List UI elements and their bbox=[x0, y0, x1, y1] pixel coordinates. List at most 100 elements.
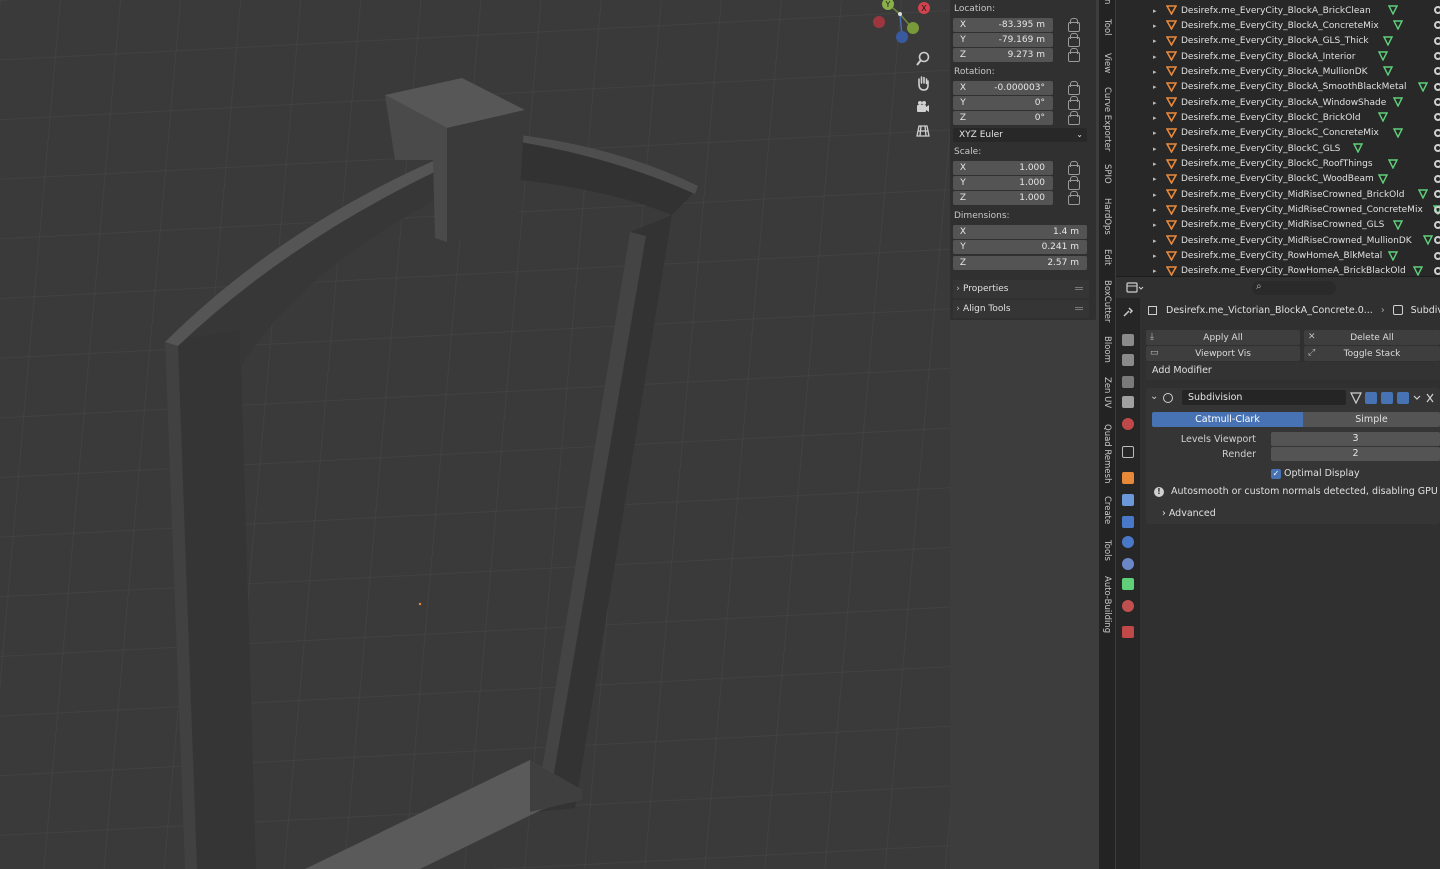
eye-visibility-icon[interactable] bbox=[1434, 205, 1440, 214]
scene-icon[interactable] bbox=[1122, 396, 1134, 408]
outliner[interactable]: ▸ Desirefx.me_EveryCity_BlockA_BrickClean… bbox=[1116, 0, 1440, 276]
eye-visibility-icon[interactable] bbox=[1434, 236, 1440, 245]
eye-visibility-icon[interactable] bbox=[1434, 21, 1440, 30]
modifier-header[interactable]: ⌄ Subdivision bbox=[1146, 388, 1440, 408]
location-x-field[interactable]: X -83.395 m bbox=[953, 18, 1053, 32]
catmull-clark-toggle[interactable]: Catmull-Clark bbox=[1152, 412, 1303, 427]
outliner-row[interactable]: ▸ Desirefx.me_EveryCity_BlockA_Interior bbox=[1116, 49, 1440, 64]
expand-arrow-icon[interactable]: ▸ bbox=[1153, 53, 1157, 61]
mesh-data-icon[interactable] bbox=[1387, 158, 1398, 169]
mesh-data-icon[interactable] bbox=[1393, 97, 1403, 108]
eye-visibility-icon[interactable] bbox=[1434, 266, 1440, 275]
levels-viewport-field[interactable]: 3 bbox=[1271, 432, 1440, 446]
expand-arrow-icon[interactable]: ▸ bbox=[1153, 83, 1157, 91]
expand-arrow-icon[interactable]: ▸ bbox=[1153, 129, 1157, 137]
outliner-row[interactable]: ▸ Desirefx.me_EveryCity_BlockC_WoodBeam bbox=[1116, 172, 1440, 187]
advanced-subpanel-header[interactable]: › Advanced bbox=[1162, 508, 1216, 519]
expand-arrow-icon[interactable]: ▸ bbox=[1153, 160, 1157, 168]
scale-y-field[interactable]: Y 1.000 bbox=[953, 176, 1053, 190]
tab-spio[interactable]: SPIO bbox=[1099, 162, 1115, 186]
rotation-y-field[interactable]: Y 0° bbox=[953, 96, 1053, 110]
eye-visibility-icon[interactable] bbox=[1434, 82, 1440, 91]
eye-visibility-icon[interactable] bbox=[1434, 174, 1440, 183]
expand-arrow-icon[interactable]: ▸ bbox=[1153, 68, 1157, 76]
expand-arrow-icon[interactable]: ▸ bbox=[1153, 252, 1157, 260]
mesh-data-icon[interactable] bbox=[1393, 220, 1403, 230]
outliner-row[interactable]: ▸ Desirefx.me_EveryCity_MidRiseCrowned_Br… bbox=[1116, 187, 1440, 202]
tab-bloom[interactable]: Bloom bbox=[1099, 334, 1115, 364]
lock-icon[interactable] bbox=[1068, 96, 1080, 110]
outliner-row[interactable]: ▸ Desirefx.me_EveryCity_BlockA_SmoothBlac… bbox=[1116, 80, 1440, 95]
drag-grip-icon[interactable] bbox=[1075, 307, 1083, 310]
outliner-row[interactable]: ▸ Desirefx.me_EveryCity_MidRiseCrowned_Mu… bbox=[1116, 233, 1440, 248]
eye-visibility-icon[interactable] bbox=[1434, 251, 1440, 260]
mesh-data-icon[interactable] bbox=[1393, 20, 1403, 31]
particles-icon[interactable] bbox=[1122, 516, 1134, 528]
eye-visibility-icon[interactable] bbox=[1434, 52, 1440, 61]
eye-visibility-icon[interactable] bbox=[1434, 159, 1440, 168]
lock-icon[interactable] bbox=[1068, 111, 1080, 125]
outliner-row[interactable]: ▸ Desirefx.me_EveryCity_BlockA_BrickClean bbox=[1116, 3, 1440, 18]
modifier-toggle-icons[interactable] bbox=[1350, 391, 1436, 405]
mesh-data-icon[interactable] bbox=[1423, 235, 1434, 246]
outliner-row[interactable]: ▸ Desirefx.me_EveryCity_BlockC_BrickOld bbox=[1116, 110, 1440, 125]
expand-arrow-icon[interactable]: ▸ bbox=[1153, 114, 1157, 122]
rotation-mode-select[interactable]: XYZ Euler ⌄ bbox=[953, 128, 1087, 142]
apply-all-button[interactable]: ⤓ Apply All bbox=[1146, 330, 1300, 345]
outliner-row[interactable]: ▸ Desirefx.me_EveryCity_BlockC_GLS bbox=[1116, 141, 1440, 156]
rotation-z-field[interactable]: Z 0° bbox=[953, 111, 1053, 125]
constraints-icon[interactable] bbox=[1122, 558, 1134, 570]
lock-icon[interactable] bbox=[1068, 161, 1080, 175]
outliner-row[interactable]: ▸ Desirefx.me_EveryCity_MidRiseCrowned_Co… bbox=[1116, 203, 1440, 218]
hand-pan-icon[interactable] bbox=[912, 72, 934, 94]
mesh-data-icon[interactable] bbox=[1377, 112, 1388, 123]
navigation-gizmo[interactable]: Y X bbox=[868, 0, 932, 48]
drag-grip-icon[interactable] bbox=[1075, 287, 1083, 290]
expand-arrow-icon[interactable]: ▸ bbox=[1153, 191, 1157, 199]
outliner-row[interactable]: ▸ Desirefx.me_EveryCity_BlockC_RoofThings bbox=[1116, 157, 1440, 172]
location-y-field[interactable]: Y -79.169 m bbox=[953, 33, 1053, 47]
eye-visibility-icon[interactable] bbox=[1434, 36, 1440, 45]
outliner-row[interactable]: ▸ Desirefx.me_EveryCity_MidRiseCrowned_GL… bbox=[1116, 218, 1440, 233]
outliner-row[interactable]: ▸ Desirefx.me_EveryCity_BlockA_MullionDK bbox=[1116, 64, 1440, 79]
mesh-data-icon[interactable] bbox=[1387, 5, 1398, 15]
lock-icon[interactable] bbox=[1068, 176, 1080, 190]
outliner-row[interactable]: ▸ Desirefx.me_EveryCity_BlockA_WindowShad… bbox=[1116, 95, 1440, 110]
tool-icon[interactable] bbox=[1122, 306, 1134, 318]
tab-tool[interactable]: Tool bbox=[1099, 14, 1115, 40]
tab-curve-exporter[interactable]: Curve Exporter bbox=[1099, 86, 1115, 152]
expand-arrow-icon[interactable]: ▸ bbox=[1153, 237, 1157, 245]
outliner-row[interactable]: ▸ Desirefx.me_EveryCity_BlockA_GLS_Thick bbox=[1116, 34, 1440, 49]
view-layer-icon[interactable] bbox=[1122, 376, 1134, 388]
eye-visibility-icon[interactable] bbox=[1434, 190, 1440, 199]
location-z-field[interactable]: Z 9.273 m bbox=[953, 48, 1053, 62]
mesh-data-icon[interactable] bbox=[1413, 266, 1424, 276]
world-icon[interactable] bbox=[1122, 418, 1134, 430]
tab-tools[interactable]: Tools bbox=[1099, 536, 1115, 564]
properties-search-input[interactable]: ⌕ bbox=[1252, 281, 1336, 295]
tab-create[interactable]: Create bbox=[1099, 494, 1115, 526]
expand-arrow-icon[interactable]: ▸ bbox=[1153, 37, 1157, 45]
viewport-vis-button[interactable]: ▭ Viewport Vis bbox=[1146, 346, 1300, 361]
eye-visibility-icon[interactable] bbox=[1434, 6, 1440, 14]
toggle-stack-button[interactable]: ⤢ Toggle Stack bbox=[1304, 346, 1440, 361]
lock-icon[interactable] bbox=[1068, 18, 1080, 32]
tab-edit[interactable]: Edit bbox=[1099, 246, 1115, 268]
collection-icon[interactable] bbox=[1122, 446, 1134, 458]
delete-all-button[interactable]: ✕ Delete All bbox=[1304, 330, 1440, 345]
grid-ortho-icon[interactable] bbox=[912, 120, 934, 142]
outliner-row[interactable]: ▸ Desirefx.me_EveryCity_BlockA_ConcreteMi… bbox=[1116, 18, 1440, 33]
properties-subpanel-header[interactable]: › Properties bbox=[953, 280, 1089, 298]
editor-type-icon[interactable] bbox=[1126, 281, 1144, 295]
physics-icon[interactable] bbox=[1122, 536, 1134, 548]
eye-visibility-icon[interactable] bbox=[1434, 220, 1440, 229]
lock-icon[interactable] bbox=[1068, 191, 1080, 205]
tab-view[interactable]: View bbox=[1099, 50, 1115, 76]
camera-icon[interactable] bbox=[912, 96, 934, 118]
eye-visibility-icon[interactable] bbox=[1434, 113, 1440, 122]
expand-arrow-icon[interactable]: ▸ bbox=[1153, 267, 1157, 275]
zoom-icon[interactable] bbox=[912, 48, 934, 70]
mesh-data-icon[interactable] bbox=[1382, 66, 1393, 77]
dimensions-x-field[interactable]: X 1.4 m bbox=[953, 225, 1087, 239]
mesh-data-icon[interactable] bbox=[1352, 143, 1363, 154]
